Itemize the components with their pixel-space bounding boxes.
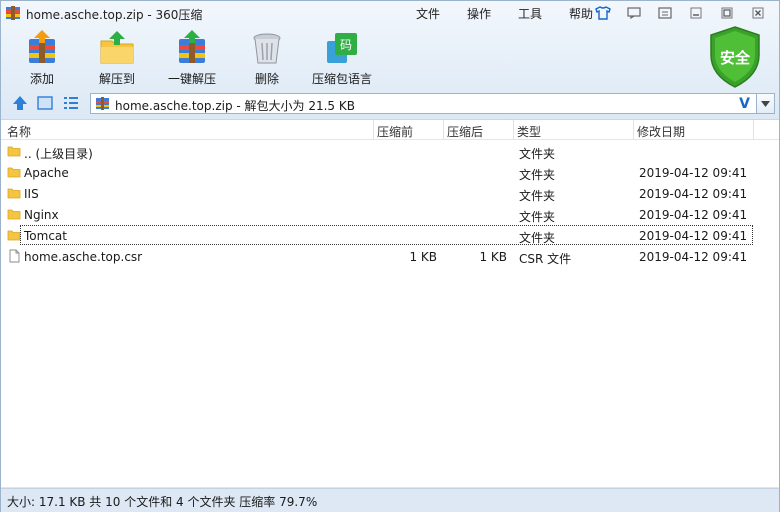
minimize-icon [690,7,701,19]
file-name: .. (上级目录) [24,147,93,161]
folder-icon [7,167,21,178]
menu-tools[interactable]: 工具 [518,5,569,22]
comment-label: 压缩包语言 [311,72,372,86]
folder-icon [7,146,21,157]
column-divider[interactable] [513,120,514,140]
folder-icon [7,188,21,199]
list-view-icon[interactable] [62,95,80,111]
file-name: Apache [24,166,69,180]
extract-to-button[interactable]: 解压到 [82,27,152,89]
skin-button[interactable] [587,4,618,22]
file-modified: 2019-04-12 09:41 [639,250,748,264]
column-divider[interactable] [633,120,634,140]
file-modified: 2019-04-12 09:41 [639,187,748,201]
one-click-extract-button[interactable]: 一键解压 [157,27,227,89]
maximize-icon [721,7,732,19]
extract-folder-icon [100,31,134,64]
address-bar[interactable]: home.asche.top.zip - 解包大小为 21.5 KB V [90,93,757,114]
address-verify-mark[interactable]: V [739,96,750,112]
column-divider[interactable] [373,120,374,140]
file-type: CSR 文件 [519,252,572,266]
svg-text:码: 码 [340,38,352,52]
folder-icon [7,230,21,241]
message-icon [626,7,641,19]
address-path: home.asche.top.zip - 解包大小为 21.5 KB [115,99,355,113]
title-bar: home.asche.top.zip - 360压缩 文件 操作 工具 帮助 [1,1,779,25]
close-icon [752,7,763,19]
add-button[interactable]: 添加 [7,27,77,89]
navigation-bar: home.asche.top.zip - 解包大小为 21.5 KB V [1,92,779,116]
zip-file-icon [96,97,109,110]
focus-outline [20,225,753,245]
file-list: 名称 压缩前 压缩后 类型 修改日期 .. (上级目录) 文件夹 Apache 文件夹… [1,119,779,487]
column-name[interactable]: 名称 [7,123,31,140]
file-size-after: 1 KB [479,250,507,264]
file-row[interactable]: Nginx 文件夹 2019-04-12 09:41 [1,204,779,225]
column-divider[interactable] [753,120,754,140]
column-type[interactable]: 类型 [517,123,541,140]
extract-to-label: 解压到 [98,72,135,86]
list-header: 名称 压缩前 压缩后 类型 修改日期 [1,120,779,140]
column-after[interactable]: 压缩后 [447,123,483,140]
status-bar: 大小: 17.1 KB 共 10 个文件和 4 个文件夹 压缩率 79.7% [1,488,779,512]
comment-button[interactable]: 码 压缩包语言 [307,27,377,89]
file-modified: 2019-04-12 09:41 [639,208,748,222]
file-size-before: 1 KB [409,250,437,264]
file-row[interactable]: .. (上级目录) 文件夹 [1,141,779,162]
file-row[interactable]: home.asche.top.csr 1 KB 1 KB CSR 文件 2019-04-… [1,246,779,267]
delete-button[interactable]: 删除 [232,27,302,89]
menu-icon [657,7,672,19]
close-button[interactable] [742,4,773,22]
folder-icon [7,209,21,220]
address-dropdown-button[interactable] [757,93,775,114]
file-type: 文件夹 [519,189,556,203]
menu-operation[interactable]: 操作 [467,5,518,22]
menu-file[interactable]: 文件 [416,5,467,22]
file-type: 文件夹 [519,168,556,182]
thumbnail-view-icon[interactable] [36,95,54,111]
add-label: 添加 [29,72,54,86]
file-type: 文件夹 [519,210,556,224]
maximize-button[interactable] [711,4,742,22]
shirt-icon [594,6,611,20]
file-icon [9,249,20,263]
chevron-down-icon [761,100,770,107]
column-before[interactable]: 压缩前 [377,123,413,140]
menu-dropdown-button[interactable] [649,4,680,22]
file-modified: 2019-04-12 09:41 [639,166,748,180]
delete-label: 删除 [254,72,279,86]
app-window: home.asche.top.zip - 360压缩 文件 操作 工具 帮助 添… [0,0,780,512]
file-name: IIS [24,187,39,201]
security-label: 安全 [719,49,750,67]
trash-icon [253,33,281,64]
file-row[interactable]: IIS 文件夹 2019-04-12 09:41 [1,183,779,204]
window-controls [587,4,773,22]
file-name: Nginx [24,208,59,222]
file-type: 文件夹 [519,147,556,161]
window-title: home.asche.top.zip - 360压缩 [26,8,203,22]
status-text: 大小: 17.1 KB 共 10 个文件和 4 个文件夹 压缩率 79.7% [7,495,318,509]
column-divider[interactable] [443,120,444,140]
archive-app-icon [6,6,20,20]
one-click-extract-icon [179,30,205,63]
file-name: home.asche.top.csr [24,250,143,264]
file-row[interactable]: Apache 文件夹 2019-04-12 09:41 [1,162,779,183]
code-language-icon: 码 [327,33,357,63]
column-modified[interactable]: 修改日期 [637,123,685,140]
minimize-button[interactable] [680,4,711,22]
security-badge[interactable]: 安全 [707,25,763,89]
feedback-button[interactable] [618,4,649,22]
up-arrow-icon[interactable] [11,95,29,111]
one-click-extract-label: 一键解压 [167,72,216,86]
add-archive-icon [29,30,55,63]
